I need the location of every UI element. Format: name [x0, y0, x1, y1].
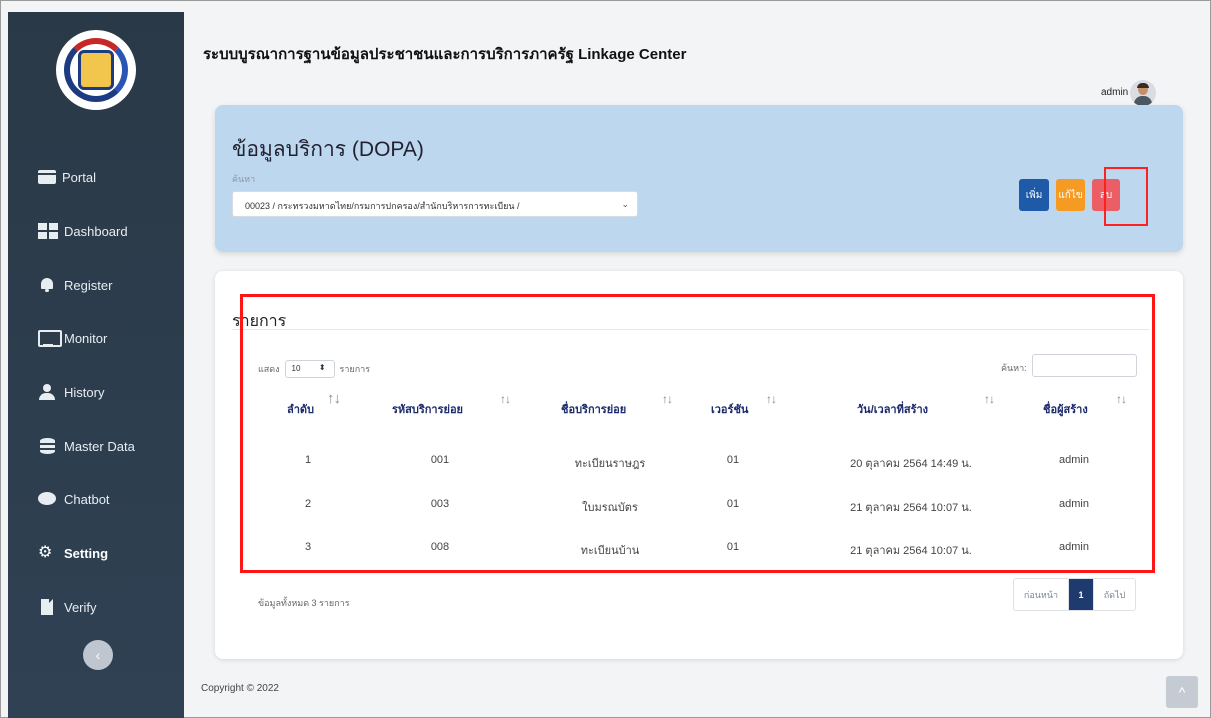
sidebar-item-label: Chatbot: [64, 491, 110, 507]
pagination: ก่อนหน้า 1 ถัดไป: [1013, 578, 1136, 611]
chevron-down-icon: ⌄: [621, 199, 629, 209]
sidebar-item-setting[interactable]: ⚙ Setting: [38, 538, 108, 568]
sidebar: Portal Dashboard Register Monitor Histor…: [8, 12, 184, 718]
service-select-value: 00023 / กระทรวงมหาดไทย/กรมการปกครอง/สำนั…: [245, 201, 520, 211]
sidebar-item-label: Register: [64, 277, 113, 293]
bell-icon: [38, 277, 58, 293]
pagination-next[interactable]: ถัดไป: [1093, 579, 1135, 610]
add-button[interactable]: เพิ่ม: [1019, 179, 1049, 211]
avatar[interactable]: [1130, 80, 1156, 106]
database-icon: [38, 438, 58, 454]
user-icon: [38, 384, 58, 400]
sidebar-item-chatbot[interactable]: Chatbot: [38, 484, 110, 514]
chevron-left-icon: ‹: [95, 647, 101, 663]
user-name[interactable]: admin: [1101, 87, 1128, 98]
highlight-list-box: [240, 294, 1155, 573]
sidebar-item-label: Dashboard: [64, 223, 128, 239]
sidebar-item-register[interactable]: Register: [38, 270, 112, 300]
sidebar-item-monitor[interactable]: Monitor: [38, 323, 107, 353]
sidebar-item-master-data[interactable]: Master Data: [38, 431, 135, 461]
sidebar-item-label: Master Data: [64, 438, 135, 454]
service-card: ข้อมูลบริการ (DOPA) ค้นหา 00023 / กระทรว…: [215, 105, 1183, 252]
sidebar-item-label: Portal: [62, 169, 96, 185]
highlight-delete-box: [1104, 167, 1148, 226]
sidebar-item-verify[interactable]: Verify: [38, 592, 97, 622]
sidebar-item-label: Setting: [64, 545, 109, 561]
chevron-up-icon: ^: [1178, 684, 1186, 700]
chat-icon: [38, 491, 58, 507]
sidebar-item-label: Monitor: [64, 330, 108, 346]
scroll-top-button[interactable]: ^: [1166, 676, 1198, 708]
dashboard-icon: [38, 223, 58, 239]
page-title: ข้อมูลบริการ (DOPA): [232, 138, 424, 161]
pagination-page-1[interactable]: 1: [1069, 579, 1093, 610]
collapse-sidebar-button[interactable]: ‹: [83, 640, 113, 670]
service-search-label: ค้นหา: [232, 174, 256, 184]
service-select[interactable]: 00023 / กระทรวงมหาดไทย/กรมการปกครอง/สำนั…: [232, 191, 638, 217]
app-title: ระบบบูรณาการฐานข้อมูลประชาชนและการบริการ…: [203, 46, 687, 63]
file-icon: [38, 599, 58, 615]
sidebar-item-label: History: [64, 384, 105, 400]
edit-button[interactable]: แก้ไข: [1056, 179, 1085, 211]
sidebar-item-label: Verify: [64, 599, 97, 615]
logo: [56, 30, 136, 110]
sidebar-item-portal[interactable]: Portal: [38, 162, 96, 192]
sidebar-item-dashboard[interactable]: Dashboard: [38, 216, 128, 246]
copyright: Copyright © 2022: [201, 683, 279, 694]
monitor-icon: [38, 330, 62, 347]
gear-icon: ⚙: [38, 544, 53, 561]
table-info: ข้อมูลทั้งหมด 3 รายการ: [258, 598, 350, 608]
pagination-previous[interactable]: ก่อนหน้า: [1014, 579, 1069, 610]
sidebar-item-history[interactable]: History: [38, 377, 104, 407]
portal-icon: [38, 170, 56, 184]
logo-emblem: [78, 50, 114, 90]
